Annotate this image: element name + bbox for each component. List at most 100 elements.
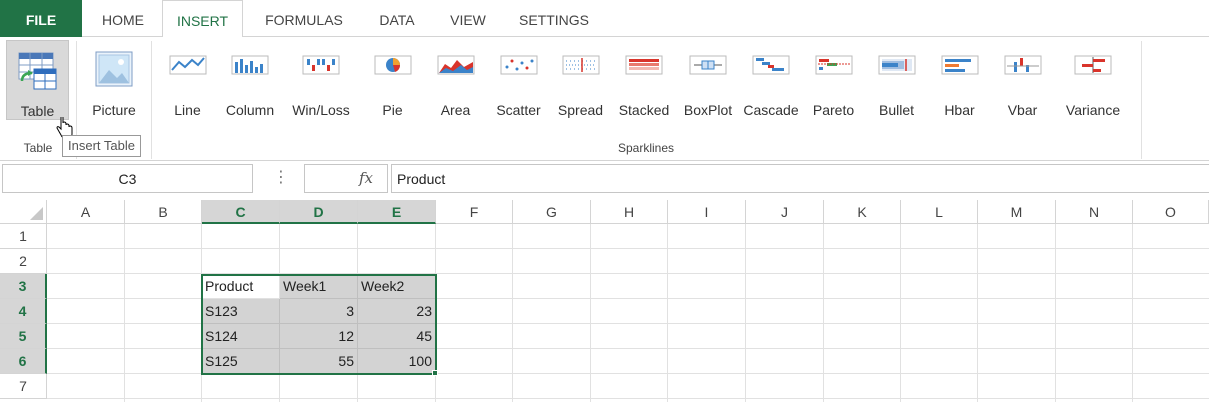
insert-table-button[interactable]: Table	[6, 40, 69, 120]
ribbon-tab-bar: FILE HOME INSERT FORMULAS DATA VIEW SETT…	[0, 0, 1209, 38]
cell-c5[interactable]: S124	[202, 324, 280, 349]
sparkline-vbar-label: Vbar	[1007, 102, 1038, 118]
row-header-1[interactable]: 1	[0, 224, 47, 249]
row-header-6[interactable]: 6	[0, 349, 47, 374]
column-header-i[interactable]: I	[668, 200, 746, 224]
formula-input[interactable]: Product	[391, 164, 1209, 193]
vbar-sparkline-icon	[1004, 55, 1041, 75]
column-header-b[interactable]: B	[125, 200, 202, 224]
row-header-4[interactable]: 4	[0, 299, 47, 324]
column-header-m[interactable]: M	[978, 200, 1056, 224]
bullet-sparkline-icon	[878, 55, 915, 75]
fx-icon: fx	[358, 169, 373, 187]
insert-table-tooltip: Insert Table	[62, 135, 141, 157]
boxplot-sparkline-icon	[689, 55, 727, 75]
column-header-j[interactable]: J	[746, 200, 824, 224]
column-sparkline-icon	[231, 55, 269, 75]
cell-c3[interactable]: Product	[202, 274, 280, 299]
sparkline-winloss-button[interactable]: Win/Loss	[287, 40, 355, 120]
column-header-o[interactable]: O	[1133, 200, 1209, 224]
column-header-e[interactable]: E	[358, 200, 436, 224]
sparkline-pareto-button[interactable]: Pareto	[806, 40, 861, 120]
pie-sparkline-icon	[374, 55, 411, 75]
column-header-h[interactable]: H	[591, 200, 668, 224]
sparkline-vbar-button[interactable]: Vbar	[995, 40, 1050, 120]
tab-settings[interactable]: SETTINGS	[505, 0, 603, 37]
name-box[interactable]: C3	[2, 164, 253, 193]
cell-d6[interactable]: 55	[280, 349, 358, 374]
sparkline-winloss-label: Win/Loss	[292, 102, 350, 118]
insert-function-button[interactable]: fx	[304, 164, 388, 193]
table-icon	[18, 52, 56, 90]
tab-formulas[interactable]: FORMULAS	[245, 0, 363, 37]
tab-data[interactable]: DATA	[363, 0, 431, 37]
cell-d5[interactable]: 12	[280, 324, 358, 349]
area-sparkline-icon	[437, 55, 474, 75]
sparkline-line-label: Line	[174, 102, 201, 118]
cell-c6[interactable]: S125	[202, 349, 280, 374]
sparkline-cascade-label: Cascade	[743, 102, 799, 118]
column-header-f[interactable]: F	[436, 200, 513, 224]
tab-file[interactable]: FILE	[0, 0, 82, 37]
column-header-g[interactable]: G	[513, 200, 591, 224]
cell-d4[interactable]: 3	[280, 299, 358, 324]
column-header-a[interactable]: A	[47, 200, 125, 224]
picture-icon	[95, 51, 133, 87]
pareto-sparkline-icon	[815, 55, 852, 75]
sparkline-variance-button[interactable]: Variance	[1058, 40, 1128, 120]
select-all-corner[interactable]	[0, 200, 47, 224]
winloss-sparkline-icon	[302, 55, 340, 75]
cell-e4[interactable]: 23	[358, 299, 436, 324]
formula-bar-splitter[interactable]: ⋮	[272, 166, 290, 190]
sparkline-bullet-button[interactable]: Bullet	[869, 40, 924, 120]
sparkline-column-label: Column	[225, 102, 275, 118]
sparkline-spread-label: Spread	[557, 102, 604, 118]
hbar-sparkline-icon	[941, 55, 978, 75]
sparkline-stacked-button[interactable]: Stacked	[615, 40, 673, 120]
column-header-l[interactable]: L	[901, 200, 978, 224]
formula-bar: C3 ⋮ fx Product	[0, 161, 1209, 198]
sparkline-cascade-button[interactable]: Cascade	[742, 40, 800, 120]
sparkline-scatter-button[interactable]: Scatter	[490, 40, 547, 120]
column-header-c[interactable]: C	[202, 200, 280, 224]
column-header-n[interactable]: N	[1056, 200, 1133, 224]
fill-handle[interactable]	[432, 370, 438, 376]
cell-e3[interactable]: Week2	[358, 274, 436, 299]
row-header-2[interactable]: 2	[0, 249, 47, 274]
tab-view[interactable]: VIEW	[431, 0, 505, 37]
cell-e5[interactable]: 45	[358, 324, 436, 349]
tab-home[interactable]: HOME	[84, 0, 162, 37]
sparkline-pie-label: Pie	[382, 102, 403, 118]
sparkline-spread-button[interactable]: Spread	[553, 40, 608, 120]
stacked-sparkline-icon	[625, 55, 663, 75]
insert-picture-button[interactable]: Picture	[84, 40, 144, 120]
sparkline-pareto-label: Pareto	[812, 102, 855, 118]
column-header-d[interactable]: D	[280, 200, 358, 224]
cell-d3[interactable]: Week1	[280, 274, 358, 299]
row-header-5[interactable]: 5	[0, 324, 47, 349]
sparkline-boxplot-button[interactable]: BoxPlot	[679, 40, 737, 120]
sparkline-bullet-label: Bullet	[878, 102, 915, 118]
row-header-3[interactable]: 3	[0, 274, 47, 299]
sparklines-group-separator	[1141, 41, 1142, 159]
scatter-sparkline-icon	[500, 55, 537, 75]
variance-sparkline-icon	[1074, 55, 1112, 75]
sparkline-stacked-label: Stacked	[618, 102, 670, 118]
insert-picture-label: Picture	[92, 102, 136, 118]
row-header-7[interactable]: 7	[0, 374, 47, 399]
sparkline-variance-label: Variance	[1065, 102, 1121, 118]
table-group-label: Table	[23, 141, 53, 155]
cell-c4[interactable]: S123	[202, 299, 280, 324]
spreadsheet-grid[interactable]: A B C D E F G H I J K L M N O 1 2 3 4 5 …	[0, 200, 1209, 402]
column-header-k[interactable]: K	[824, 200, 901, 224]
sparkline-area-button[interactable]: Area	[428, 40, 483, 120]
spread-sparkline-icon	[562, 55, 599, 75]
tab-insert[interactable]: INSERT	[162, 0, 243, 38]
line-sparkline-icon	[169, 55, 206, 75]
sparkline-hbar-label: Hbar	[944, 102, 975, 118]
sparkline-pie-button[interactable]: Pie	[365, 40, 420, 120]
cell-e6[interactable]: 100	[358, 349, 436, 374]
sparkline-hbar-button[interactable]: Hbar	[932, 40, 987, 120]
sparkline-line-button[interactable]: Line	[160, 40, 215, 120]
sparkline-column-button[interactable]: Column	[221, 40, 279, 120]
